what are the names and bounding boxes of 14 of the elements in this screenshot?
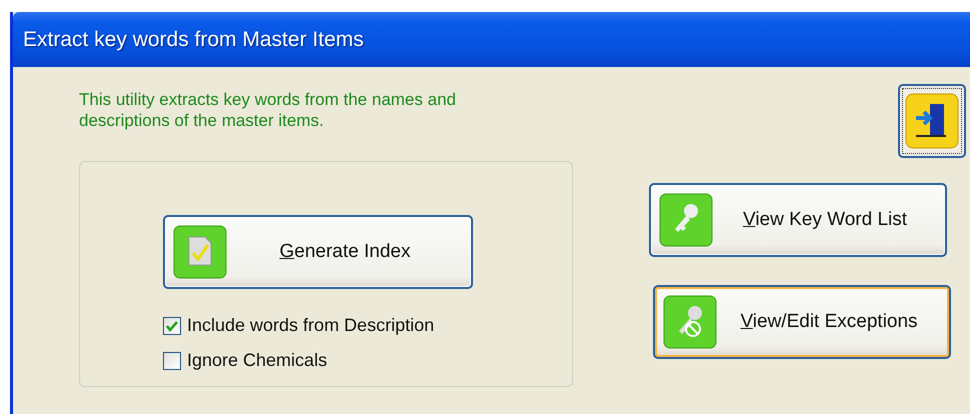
checkbox[interactable] [163,316,181,334]
view-edit-exceptions-button[interactable]: View/Edit Exceptions [653,285,951,359]
generate-index-button[interactable]: Generate Index [163,215,473,289]
checkbox[interactable] [163,352,181,370]
key-icon [659,193,713,247]
window-title: Extract key words from Master Items [23,28,364,52]
view-key-word-list-button[interactable]: View Key Word List [649,183,947,257]
checkbox-label: Include words from Description [187,315,434,336]
key-prohibited-icon [663,295,717,349]
checkbox-label: Ignore Chemicals [187,350,328,371]
document-check-icon [173,225,227,279]
description-text: This utility extracts key words from the names and descriptions of the master items. [79,89,457,131]
exit-door-icon [904,92,960,150]
exit-button[interactable] [898,84,966,158]
